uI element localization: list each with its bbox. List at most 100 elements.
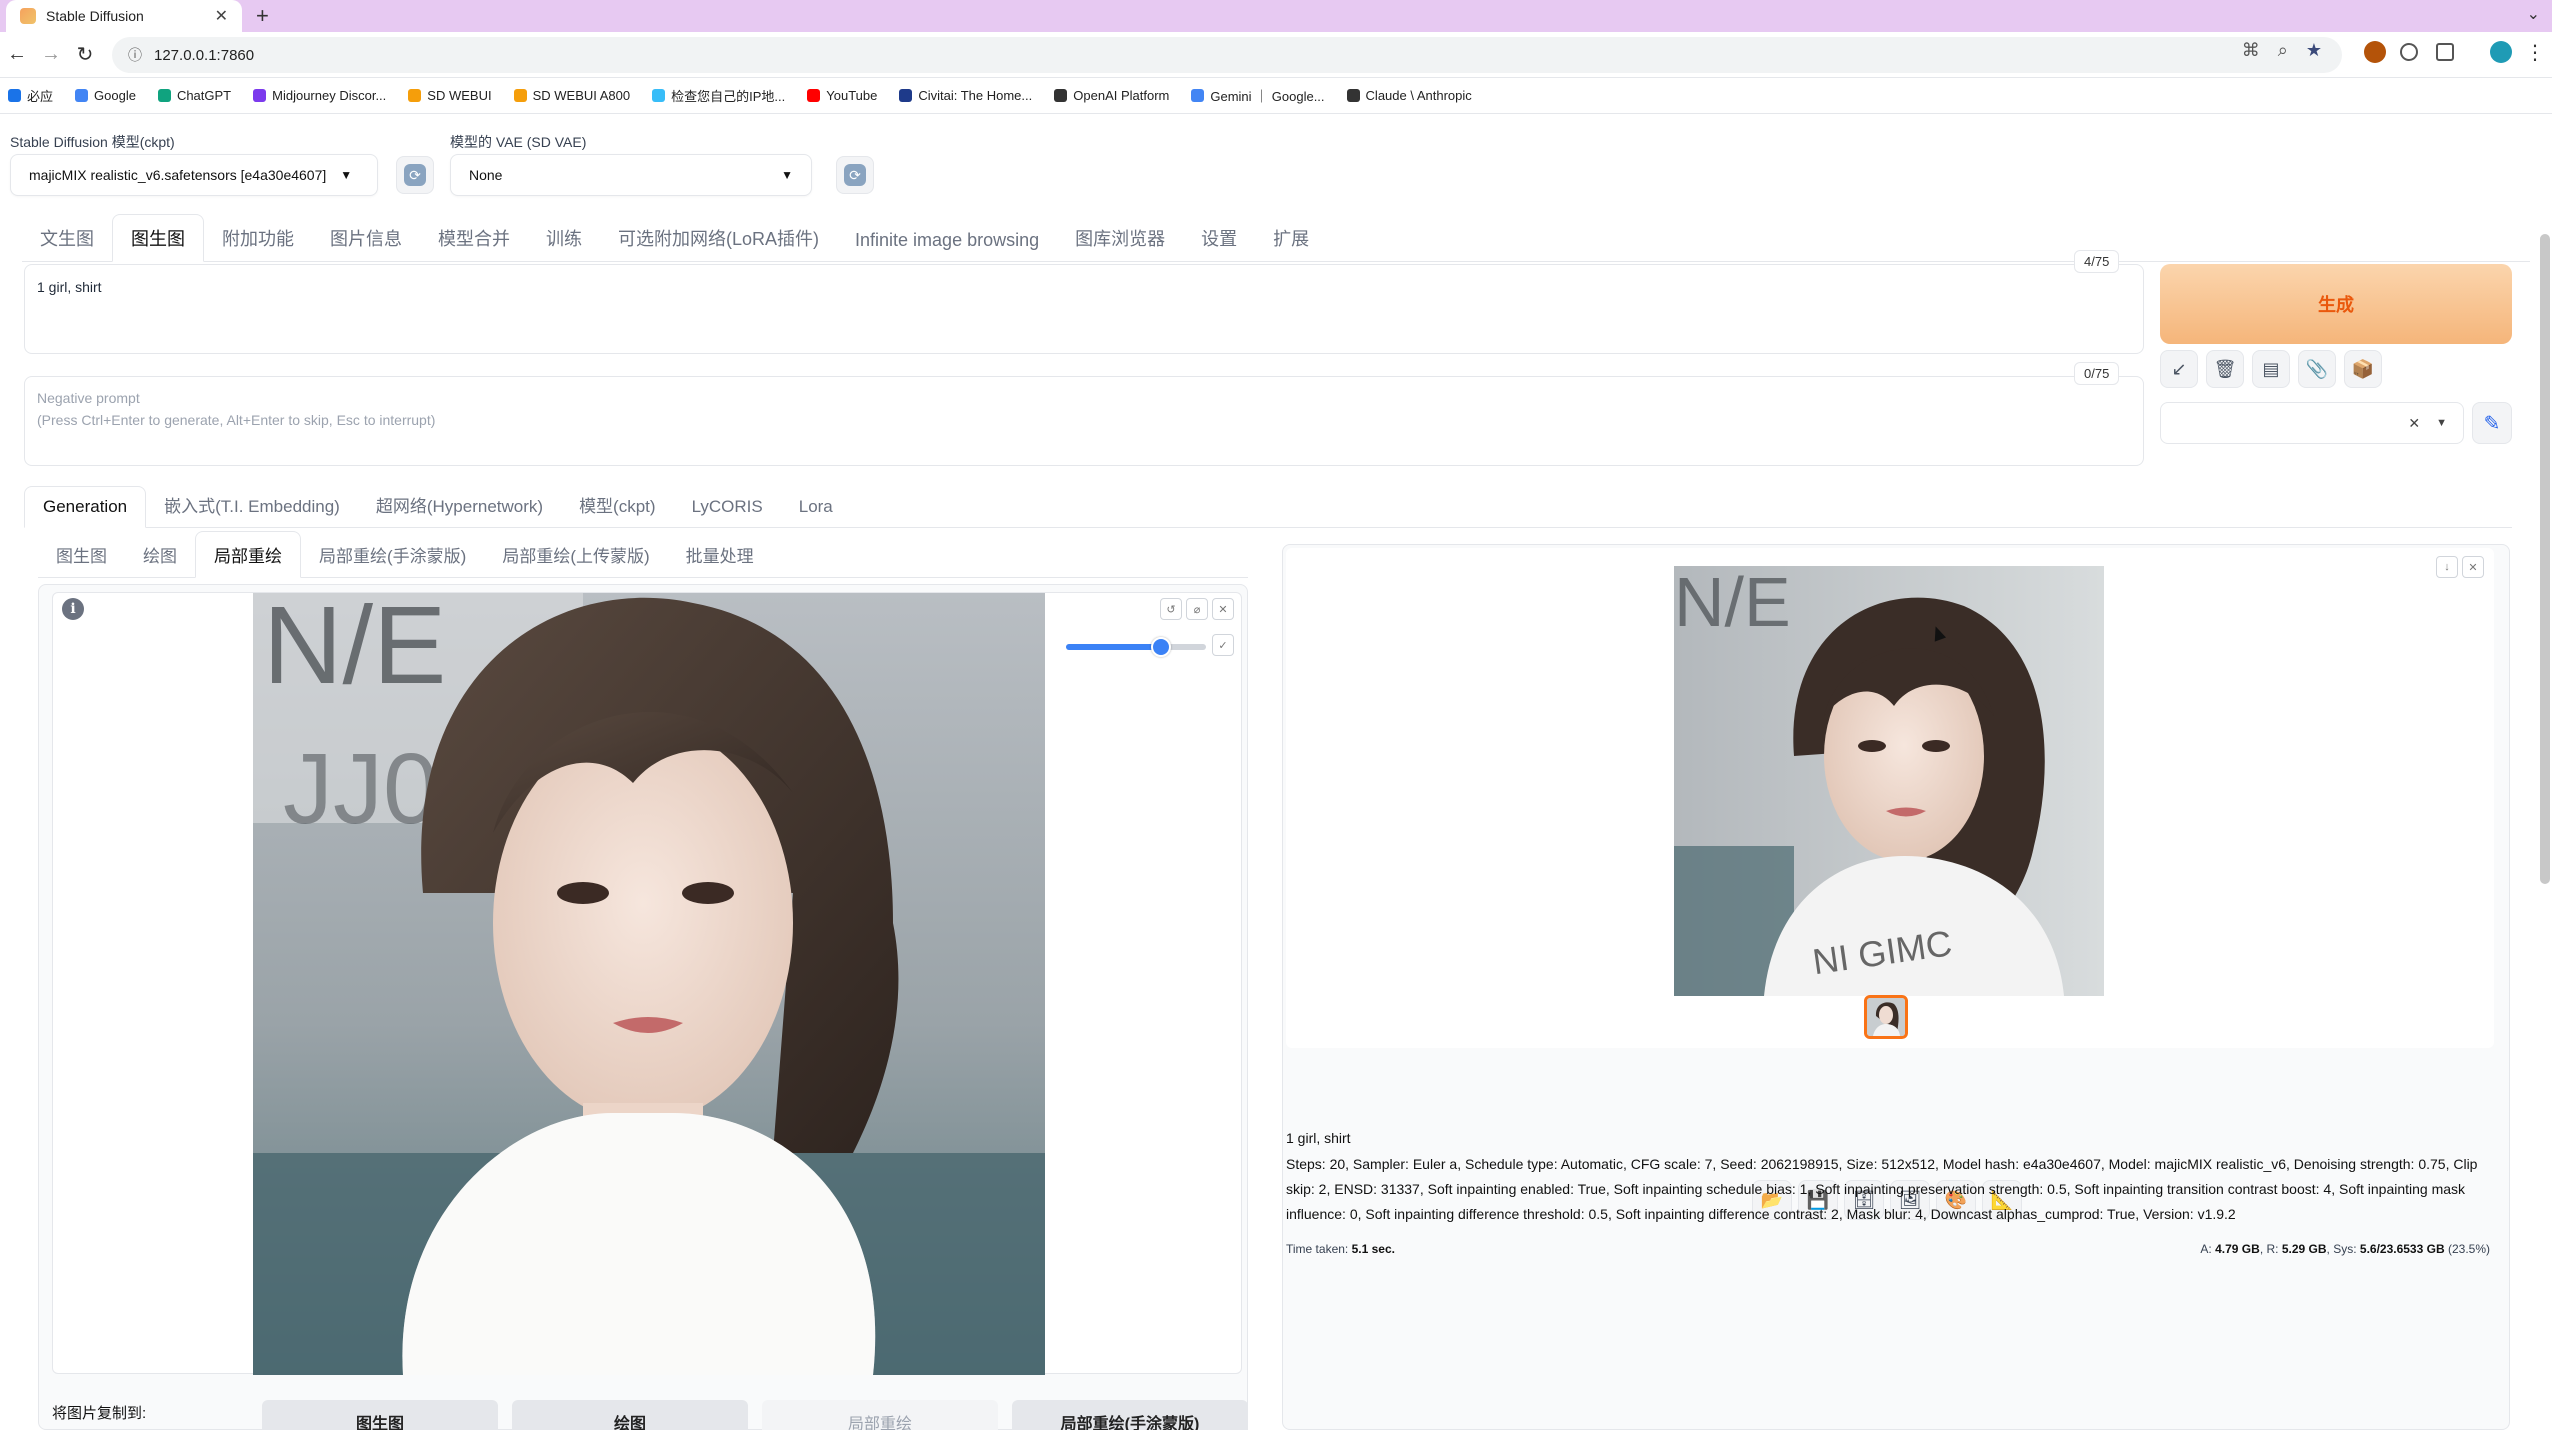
- negative-token-counter: 0/75: [2074, 362, 2120, 385]
- bookmark-item[interactable]: ChatGPT: [157, 88, 231, 103]
- bookmark-favicon-icon: [408, 89, 422, 102]
- thumbnail-image: [1867, 998, 1905, 1036]
- negative-prompt-input[interactable]: Negative prompt (Press Ctrl+Enter to gen…: [24, 376, 2144, 466]
- back-arrow-icon[interactable]: ←: [0, 43, 34, 66]
- ckpt-select[interactable]: majicMIX realistic_v6.safetensors [e4a30…: [10, 154, 378, 196]
- main-tab[interactable]: 附加功能: [204, 225, 312, 261]
- inpaint-source-image[interactable]: N/E JJ0T: [253, 593, 1045, 1375]
- mode-tab[interactable]: 局部重绘(手涂蒙版): [301, 542, 484, 577]
- bookmark-item[interactable]: SD WEBUI A800: [513, 88, 630, 103]
- gallery-thumbnail[interactable]: [1864, 995, 1908, 1039]
- browser-tab[interactable]: Stable Diffusion ✕: [6, 0, 242, 32]
- output-generation-params: Steps: 20, Sampler: Euler a, Schedule ty…: [1286, 1156, 2478, 1222]
- refresh-ckpt-button[interactable]: ⟳: [396, 156, 434, 194]
- svg-text:N/E: N/E: [1674, 566, 1791, 641]
- ckpt-value: majicMIX realistic_v6.safetensors [e4a30…: [29, 167, 327, 183]
- main-tab[interactable]: 图库浏览器: [1057, 225, 1183, 261]
- new-tab-button[interactable]: +: [256, 3, 269, 29]
- main-tab[interactable]: 图生图: [112, 214, 204, 262]
- bookmarks-bar: 必应 Google ChatGPT Midjourney Discor... SD WE…: [0, 78, 2552, 114]
- output-gallery: N/E NI GIMC: [1286, 548, 2494, 1048]
- url-input[interactable]: ⓘ 127.0.0.1:7860: [112, 37, 2342, 73]
- styles-icon[interactable]: ▤: [2252, 350, 2290, 388]
- close-gallery-x-icon[interactable]: ✕: [2462, 556, 2484, 578]
- vae-select[interactable]: None ▼: [450, 154, 812, 196]
- network-tab[interactable]: Generation: [24, 486, 147, 528]
- history-clock-icon[interactable]: [2400, 43, 2418, 61]
- trash-icon[interactable]: 🗑: [2206, 350, 2244, 388]
- mode-tab[interactable]: 绘图: [125, 542, 195, 577]
- bookmark-item[interactable]: 必应: [8, 86, 53, 105]
- mode-tab[interactable]: 局部重绘(上传蒙版): [484, 542, 667, 577]
- profile-avatar-icon[interactable]: [2490, 41, 2512, 63]
- main-tab[interactable]: 训练: [528, 225, 600, 261]
- brush-size-fill: [1066, 644, 1162, 650]
- prompt-input[interactable]: 1 girl, shirt: [24, 264, 2144, 354]
- info-icon[interactable]: i: [62, 598, 84, 620]
- mode-tab[interactable]: 图生图: [38, 542, 125, 577]
- bookmark-item[interactable]: OpenAI Platform: [1054, 88, 1169, 103]
- generate-button[interactable]: 生成: [2160, 264, 2512, 344]
- paperclip-icon[interactable]: 📎: [2298, 350, 2336, 388]
- network-tab[interactable]: 模型(ckpt): [561, 492, 674, 527]
- copy-to-button[interactable]: 绘图: [512, 1400, 748, 1430]
- copy-to-button[interactable]: 局部重绘(手涂蒙版): [1012, 1400, 1248, 1430]
- mem-sys-value: 5.6/23.6533 GB: [2359, 1242, 2445, 1256]
- bookmark-item[interactable]: Midjourney Discor...: [253, 88, 386, 103]
- bookmark-star-icon[interactable]: ★: [2306, 40, 2322, 61]
- close-tab-icon[interactable]: ✕: [215, 6, 228, 26]
- bookmark-item[interactable]: Gemini ｜ Google...: [1191, 86, 1325, 105]
- eraser-icon[interactable]: ⌀: [1186, 598, 1208, 620]
- inpaint-canvas-frame[interactable]: N/E JJ0T: [52, 592, 1242, 1375]
- main-tab[interactable]: 文生图: [22, 225, 112, 261]
- clear-canvas-x-icon[interactable]: ✕: [1212, 598, 1234, 620]
- bookmark-item[interactable]: YouTube: [807, 88, 877, 103]
- network-tab[interactable]: 嵌入式(T.I. Embedding): [146, 492, 358, 527]
- main-tab[interactable]: 模型合并: [420, 225, 528, 261]
- main-tab[interactable]: 扩展: [1255, 225, 1327, 261]
- bookmark-label: OpenAI Platform: [1073, 88, 1170, 103]
- clear-x-icon[interactable]: ✕: [2408, 415, 2420, 432]
- styles-dropdown[interactable]: ✕ ▼: [2160, 402, 2464, 444]
- extensions-puzzle-icon[interactable]: [2436, 43, 2454, 61]
- prompt-text: 1 girl, shirt: [37, 279, 102, 295]
- translate-icon[interactable]: ⌘: [2242, 40, 2260, 61]
- bookmark-favicon-icon: [513, 89, 527, 102]
- forward-arrow-icon[interactable]: →: [34, 43, 68, 66]
- brush-icon[interactable]: ✓: [1212, 634, 1234, 656]
- main-tab[interactable]: Infinite image browsing: [837, 230, 1057, 261]
- bookmark-item[interactable]: Google: [75, 88, 136, 103]
- download-icon[interactable]: ↓: [2436, 556, 2458, 578]
- reload-icon[interactable]: ↻: [68, 42, 102, 67]
- undo-icon[interactable]: ↺: [1160, 598, 1182, 620]
- mode-tab[interactable]: 批量处理: [668, 542, 772, 577]
- network-tab[interactable]: 超网络(Hypernetwork): [358, 492, 561, 527]
- read-params-arrow-icon[interactable]: ↙: [2160, 350, 2198, 388]
- ckpt-label: Stable Diffusion 模型(ckpt): [10, 134, 175, 150]
- tab-search-chevron-icon[interactable]: ⌄: [2527, 4, 2540, 24]
- bookmark-item[interactable]: Claude \ Anthropic: [1346, 88, 1472, 103]
- zoom-icon[interactable]: ⌕: [2278, 40, 2288, 61]
- main-tab[interactable]: 设置: [1183, 225, 1255, 261]
- network-tab[interactable]: Lora: [781, 497, 851, 527]
- browser-menu-icon[interactable]: ⋮: [2518, 40, 2552, 65]
- bookmark-item[interactable]: SD WEBUI: [408, 88, 492, 103]
- package-icon[interactable]: 📦: [2344, 350, 2382, 388]
- chevron-down-icon: ▼: [781, 168, 793, 182]
- refresh-vae-button[interactable]: ⟳: [836, 156, 874, 194]
- edit-styles-pen-icon[interactable]: ✎: [2472, 402, 2512, 444]
- site-info-icon[interactable]: ⓘ: [128, 45, 142, 65]
- mode-tab[interactable]: 局部重绘: [195, 531, 301, 578]
- bookmark-item[interactable]: 检查您自己的IP地...: [652, 86, 785, 105]
- main-tab[interactable]: 图片信息: [312, 225, 420, 261]
- copy-to-button[interactable]: 局部重绘: [762, 1400, 998, 1430]
- bookmark-item[interactable]: Civitai: The Home...: [899, 88, 1032, 103]
- extension-red-icon[interactable]: [2364, 41, 2386, 63]
- copy-to-button[interactable]: 图生图: [262, 1400, 498, 1430]
- brush-size-slider[interactable]: [1066, 637, 1206, 657]
- page-scrollbar[interactable]: [2540, 234, 2550, 884]
- main-tab[interactable]: 可选附加网络(LoRA插件): [600, 225, 837, 261]
- output-prompt: 1 girl, shirt: [1286, 1130, 1351, 1146]
- generated-image[interactable]: N/E NI GIMC: [1674, 566, 2104, 996]
- network-tab[interactable]: LyCORIS: [674, 497, 781, 527]
